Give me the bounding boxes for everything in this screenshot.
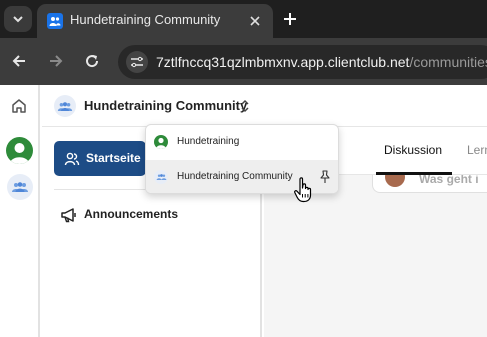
- address-bar[interactable]: 7ztlfnccq31qzlmbmxnv.app.clientclub.net/…: [118, 45, 487, 79]
- menu-item-label: Hundetraining Community: [177, 171, 293, 182]
- avatar: [385, 175, 405, 187]
- reload-icon[interactable]: [81, 50, 103, 72]
- community-header: Hundetraining Community: [42, 85, 487, 127]
- community-rail: [0, 85, 40, 337]
- back-arrow-icon[interactable]: [8, 50, 30, 72]
- community-switcher-chevron-icon[interactable]: [237, 96, 253, 116]
- new-post-composer[interactable]: Was geht i: [372, 175, 487, 193]
- community-name[interactable]: Hundetraining Community: [84, 98, 247, 113]
- tab-title: Hundetraining Community: [70, 12, 221, 27]
- community-avatar-green[interactable]: [6, 137, 33, 164]
- nav-startseite-button[interactable]: Startseite: [54, 141, 146, 176]
- home-icon[interactable]: [10, 97, 28, 115]
- community-logo-icon: [54, 95, 76, 117]
- green-avatar-icon: [154, 135, 168, 149]
- megaphone-icon: [60, 207, 78, 223]
- post-prompt-text: Was geht i: [419, 175, 479, 186]
- url-path: /communities: [409, 54, 487, 70]
- tab-lern[interactable]: Lern: [467, 143, 487, 157]
- channel-announcements[interactable]: Announcements: [60, 205, 250, 227]
- browser-tab[interactable]: Hundetraining Community: [37, 4, 273, 38]
- tab-search-button[interactable]: [4, 6, 32, 32]
- tab-favicon-icon: [47, 13, 63, 29]
- hand-cursor-icon: [294, 177, 314, 203]
- new-tab-plus-icon[interactable]: [280, 9, 300, 29]
- url-host: 7ztlfnccq31qzlmbmxnv.app.clientclub.net: [156, 54, 410, 70]
- users-icon: [64, 151, 80, 167]
- url-text: 7ztlfnccq31qzlmbmxnv.app.clientclub.net/…: [156, 54, 487, 70]
- chevron-down-icon: [13, 16, 23, 23]
- browser-toolbar: 7ztlfnccq31qzlmbmxnv.app.clientclub.net/…: [0, 38, 487, 85]
- pin-icon[interactable]: [319, 170, 331, 184]
- app-root: Hundetraining Community Startseite Annou…: [0, 85, 487, 337]
- nav-startseite-label: Startseite: [86, 151, 141, 165]
- site-settings-icon[interactable]: [126, 51, 148, 73]
- tab-diskussion[interactable]: Diskussion: [384, 143, 442, 157]
- browser-tab-strip: Hundetraining Community: [0, 0, 487, 38]
- menu-item-label: Hundetraining: [177, 136, 240, 147]
- channel-announcements-label: Announcements: [84, 207, 179, 221]
- forward-arrow-icon[interactable]: [45, 50, 67, 72]
- close-icon[interactable]: [247, 13, 263, 29]
- community-avatar-blue[interactable]: [7, 174, 33, 200]
- menu-item-hundetraining[interactable]: Hundetraining: [146, 125, 338, 159]
- blue-avatar-icon: [154, 170, 168, 184]
